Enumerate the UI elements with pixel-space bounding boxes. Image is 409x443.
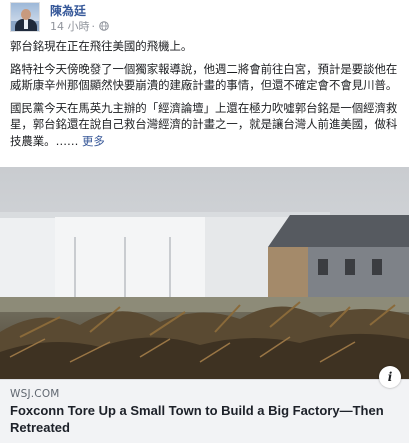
author-avatar[interactable] (10, 2, 40, 32)
link-domain: WSJ.COM (10, 388, 60, 400)
post-paragraph-2: 路特社今天傍晚發了一個獨家報導說，他週二將會前往白宮，預計是要談他在威斯康辛州那… (10, 61, 398, 93)
link-preview-caption[interactable]: i WSJ.COM Foxconn Tore Up a Small Town t… (0, 366, 409, 443)
info-icon[interactable]: i (379, 366, 401, 388)
link-title[interactable]: Foxconn Tore Up a Small Town to Build a … (10, 402, 395, 436)
post-paragraph-1: 郭台銘現在正在飛往美國的飛機上。 (10, 39, 193, 53)
link-preview-image[interactable] (0, 167, 409, 379)
post-header: 陳為廷 14 小時 · (10, 2, 390, 34)
post-body: 郭台銘現在正在飛往美國的飛機上。 路特社今天傍晚發了一個獨家報導說，他週二將會前… (10, 38, 402, 156)
post-paragraph-3: 國民黨今天在馬英九主辦的「經濟論壇」上還在極力吹噓郭台銘是一個經濟救星，郭台銘還… (10, 100, 402, 149)
facebook-post-card: 陳為廷 14 小時 · 郭台銘現在正在飛往美國的飛機上。 路特社今天傍晚發了一個… (0, 0, 409, 443)
post-meta: 14 小時 · (50, 18, 109, 34)
author-name[interactable]: 陳為廷 (50, 2, 86, 19)
see-more-link[interactable]: 更多 (82, 134, 105, 148)
globe-icon[interactable] (99, 21, 109, 31)
post-timestamp[interactable]: 14 小時 (50, 18, 90, 34)
factory-photo (0, 167, 409, 379)
post-paragraph-3-text: 國民黨今天在馬英九主辦的「經濟論壇」上還在極力吹噓郭台銘是一個經濟救星，郭台銘還… (10, 101, 398, 148)
meta-separator: · (91, 19, 96, 33)
